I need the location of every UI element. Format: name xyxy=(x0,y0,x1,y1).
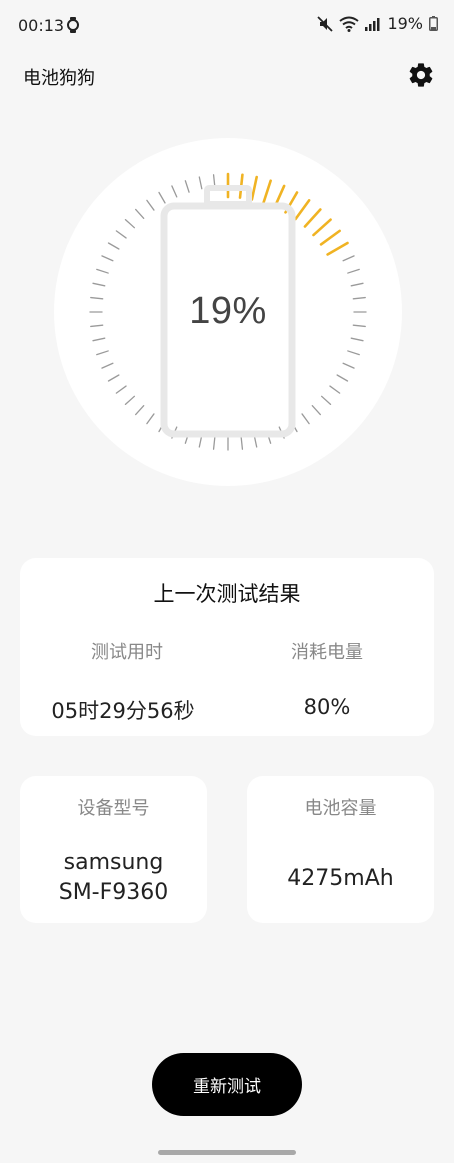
battery-status-text: 19% xyxy=(387,14,423,33)
battery-capacity-label: 电池容量 xyxy=(304,798,377,819)
status-icons: 19% xyxy=(317,14,438,33)
signal-icon xyxy=(365,17,381,31)
last-test-title: 上一次测试结果 xyxy=(153,582,301,606)
consumed-label: 消耗电量 xyxy=(291,642,363,663)
mute-icon xyxy=(317,15,334,32)
battery-icon xyxy=(429,16,438,31)
battery-capacity-value: 4275mAh xyxy=(287,866,394,891)
consumed-value: 80% xyxy=(303,695,351,719)
device-model-label: 设备型号 xyxy=(77,798,150,819)
watch-icon xyxy=(66,17,80,33)
device-model-card: 设备型号 samsung SM-F9360 xyxy=(20,776,207,923)
app-screen: 00:13 19% 电池狗狗 19% 上一次测试结果 测试用时 05时29分56… xyxy=(0,0,454,1163)
app-title: 电池狗狗 xyxy=(23,68,95,89)
device-brand: samsung xyxy=(63,850,164,875)
gear-icon xyxy=(409,63,433,87)
battery-dial: 19% xyxy=(54,138,402,486)
duration-value: 05时29分56秒 xyxy=(51,699,195,723)
home-indicator[interactable] xyxy=(158,1150,296,1155)
status-time: 00:13 xyxy=(18,16,65,35)
wifi-icon xyxy=(339,16,360,32)
settings-button[interactable] xyxy=(406,60,436,90)
retest-button[interactable]: 重新测试 xyxy=(152,1053,302,1116)
battery-capacity-card: 电池容量 4275mAh xyxy=(247,776,434,923)
battery-percent: 19% xyxy=(189,290,267,332)
device-model: SM-F9360 xyxy=(58,880,169,905)
last-test-card: 上一次测试结果 测试用时 05时29分56秒 消耗电量 80% xyxy=(20,558,434,736)
duration-label: 测试用时 xyxy=(91,642,163,663)
status-bar: 00:13 19% xyxy=(0,0,454,54)
